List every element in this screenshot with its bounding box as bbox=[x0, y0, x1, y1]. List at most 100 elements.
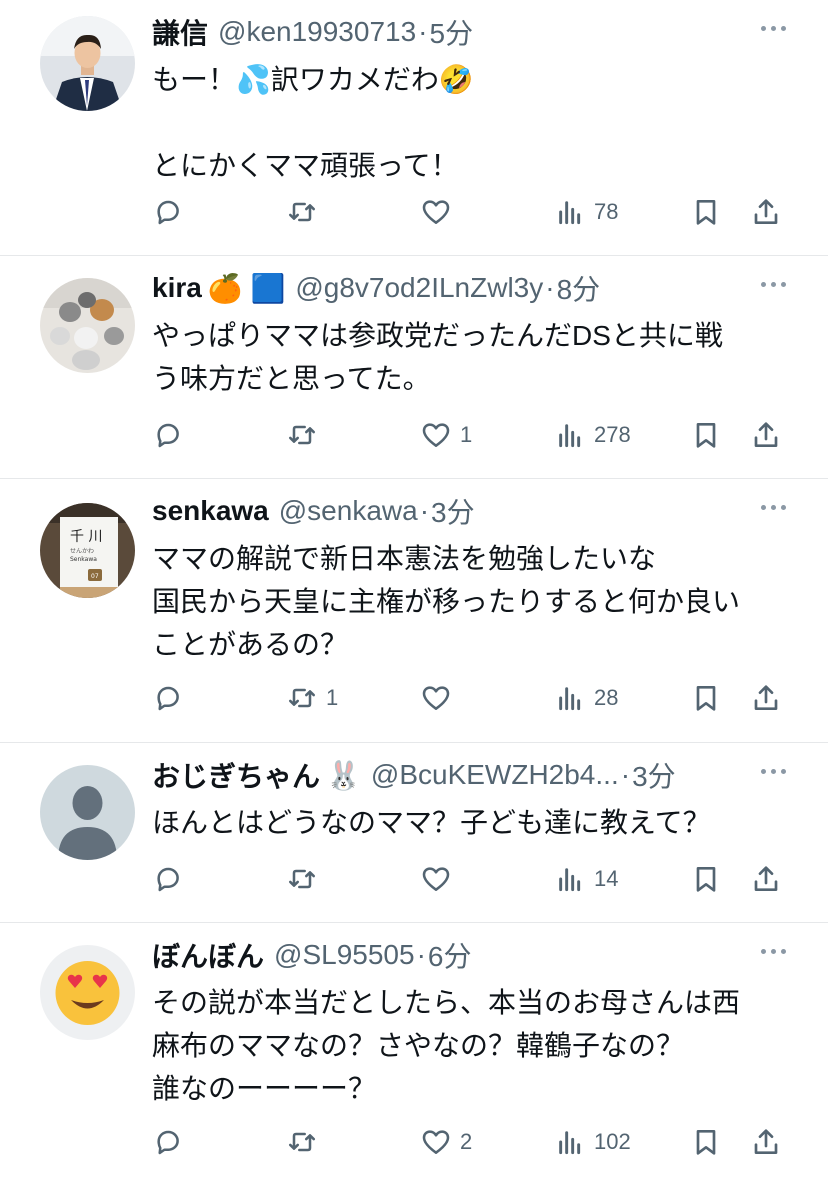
display-name[interactable]: kira bbox=[152, 272, 202, 304]
tweet-line: ほんとはどうなのママ？子ども達に教えて？ bbox=[152, 807, 711, 838]
bookmark-icon bbox=[696, 867, 716, 892]
share-button[interactable] bbox=[750, 1122, 782, 1162]
retweet-button[interactable]: 1 bbox=[286, 678, 338, 718]
timestamp[interactable]: 6分 bbox=[428, 935, 472, 975]
retweet-button[interactable] bbox=[286, 859, 326, 899]
display-name[interactable]: senkawa bbox=[152, 495, 269, 527]
avatar[interactable] bbox=[40, 278, 135, 373]
bookmark-button[interactable] bbox=[690, 678, 722, 718]
bookmark-icon bbox=[696, 1130, 716, 1155]
tweet-line: やっぱりママは参政党だったんだDSと共に戦 bbox=[152, 320, 723, 351]
reply-tweet[interactable]: 千 川 せんかわ Senkawa 07 senkawa @senkawa · 3… bbox=[0, 479, 828, 743]
heart-icon bbox=[422, 423, 450, 447]
like-button[interactable] bbox=[420, 678, 460, 718]
heart-eyes-emoji bbox=[40, 945, 135, 1040]
reply-button[interactable] bbox=[152, 415, 192, 455]
tweet-line: ことがあるの？ bbox=[152, 629, 349, 660]
timestamp[interactable]: 8分 bbox=[557, 268, 601, 308]
retweet-icon bbox=[289, 202, 315, 222]
views-button[interactable]: 14 bbox=[554, 859, 618, 899]
reply-icon bbox=[157, 1130, 179, 1155]
tweet-line: う味方だと思ってた。 bbox=[152, 363, 431, 394]
bookmark-button[interactable] bbox=[690, 859, 722, 899]
bookmark-button[interactable] bbox=[690, 192, 722, 232]
share-button[interactable] bbox=[750, 192, 782, 232]
reply-icon bbox=[157, 423, 179, 448]
avatar[interactable]: 千 川 せんかわ Senkawa 07 bbox=[40, 503, 135, 598]
bookmark-button[interactable] bbox=[690, 415, 722, 455]
reply-tweet[interactable]: ぼんぼん @SL95505 · 6分 その説が本当だとしたら、本当のお母さんは西… bbox=[0, 923, 828, 1177]
user-handle[interactable]: @BcuKEWZH2b4... bbox=[371, 759, 619, 791]
avatar[interactable] bbox=[40, 16, 135, 111]
tweet-line: とにかくママ頑張って！ bbox=[152, 150, 459, 181]
reply-tweet[interactable]: kira 🍊 🟦 @g8v7od2ILnZwl3y · 8分 やっぱりママは参政… bbox=[0, 256, 828, 479]
view-count: 78 bbox=[594, 199, 619, 224]
views-button[interactable]: 78 bbox=[554, 192, 618, 232]
retweet-icon bbox=[289, 869, 315, 889]
share-button[interactable] bbox=[750, 678, 782, 718]
retweet-button[interactable] bbox=[286, 1122, 326, 1162]
display-name[interactable]: おじぎちゃん bbox=[152, 755, 320, 795]
views-button[interactable]: 278 bbox=[554, 415, 631, 455]
avatar[interactable] bbox=[40, 945, 135, 1040]
like-button[interactable] bbox=[420, 859, 460, 899]
more-options-icon[interactable] bbox=[761, 26, 786, 31]
timestamp[interactable]: 3分 bbox=[632, 755, 676, 795]
bookmark-button[interactable] bbox=[690, 1122, 722, 1162]
like-button[interactable] bbox=[420, 192, 460, 232]
bookmark-icon bbox=[696, 686, 716, 711]
avatar[interactable] bbox=[40, 765, 135, 860]
tweet-text: ほんとはどうなのママ？子ども達に教えて？ bbox=[152, 801, 802, 844]
retweet-button[interactable] bbox=[286, 192, 326, 232]
more-options-icon[interactable] bbox=[761, 505, 786, 510]
reply-button[interactable] bbox=[152, 1122, 192, 1162]
svg-text:07: 07 bbox=[91, 573, 99, 580]
retweet-icon bbox=[289, 1132, 315, 1152]
reply-icon bbox=[157, 686, 179, 711]
like-button[interactable]: 2 bbox=[420, 1122, 472, 1162]
reply-button[interactable] bbox=[152, 859, 192, 899]
user-handle[interactable]: @ken19930713 bbox=[218, 16, 416, 48]
reply-tweet[interactable]: おじぎちゃん 🐰 @BcuKEWZH2b4... · 3分 ほんとはどうなのママ… bbox=[0, 743, 828, 923]
tweet-header: おじぎちゃん 🐰 @BcuKEWZH2b4... · 3分 bbox=[152, 757, 676, 793]
user-handle[interactable]: @g8v7od2ILnZwl3y bbox=[295, 272, 543, 304]
like-button[interactable]: 1 bbox=[420, 415, 472, 455]
name-emoji-badge: 🍊 🟦 bbox=[207, 272, 286, 304]
timestamp[interactable]: 3分 bbox=[431, 491, 475, 531]
more-options-icon[interactable] bbox=[761, 282, 786, 287]
action-bar: 14 bbox=[152, 859, 792, 899]
more-options-icon[interactable] bbox=[761, 949, 786, 954]
tweet-text: やっぱりママは参政党だったんだDSと共に戦 う味方だと思ってた。 bbox=[152, 314, 802, 400]
timestamp[interactable]: 5分 bbox=[430, 12, 474, 52]
separator-dot: · bbox=[419, 495, 430, 526]
views-button[interactable]: 102 bbox=[554, 1122, 631, 1162]
reply-button[interactable] bbox=[152, 192, 192, 232]
more-options-icon[interactable] bbox=[761, 769, 786, 774]
tweet-header: kira 🍊 🟦 @g8v7od2ILnZwl3y · 8分 bbox=[152, 270, 600, 306]
retweet-button[interactable] bbox=[286, 415, 326, 455]
display-name[interactable]: ぼんぼん bbox=[152, 935, 264, 975]
tweet-text: もー！💦訳ワカメだわ🤣 とにかくママ頑張って！ bbox=[152, 58, 802, 187]
heart-icon bbox=[422, 1130, 450, 1154]
like-count: 1 bbox=[460, 422, 473, 447]
display-name[interactable]: 謙信 bbox=[152, 12, 208, 52]
user-handle[interactable]: @senkawa bbox=[279, 495, 418, 527]
analytics-icon bbox=[559, 424, 581, 448]
share-button[interactable] bbox=[750, 415, 782, 455]
share-button[interactable] bbox=[750, 859, 782, 899]
svg-text:せんかわ: せんかわ bbox=[70, 548, 94, 555]
reply-icon bbox=[157, 867, 179, 892]
default-avatar-icon bbox=[40, 765, 135, 860]
reply-tweet[interactable]: 謙信 @ken19930713 · 5分 もー！💦訳ワカメだわ🤣 とにかくママ頑… bbox=[0, 0, 828, 256]
tweet-header: 謙信 @ken19930713 · 5分 bbox=[152, 14, 473, 50]
analytics-icon bbox=[559, 201, 581, 225]
reply-button[interactable] bbox=[152, 678, 192, 718]
like-count: 2 bbox=[460, 1129, 473, 1154]
analytics-icon bbox=[559, 1131, 581, 1155]
action-bar: 1 28 bbox=[152, 678, 792, 718]
retweet-icon bbox=[289, 688, 315, 708]
share-icon bbox=[754, 199, 778, 224]
views-button[interactable]: 28 bbox=[554, 678, 618, 718]
reply-feed: 謙信 @ken19930713 · 5分 もー！💦訳ワカメだわ🤣 とにかくママ頑… bbox=[0, 0, 828, 1177]
user-handle[interactable]: @SL95505 bbox=[274, 939, 415, 971]
